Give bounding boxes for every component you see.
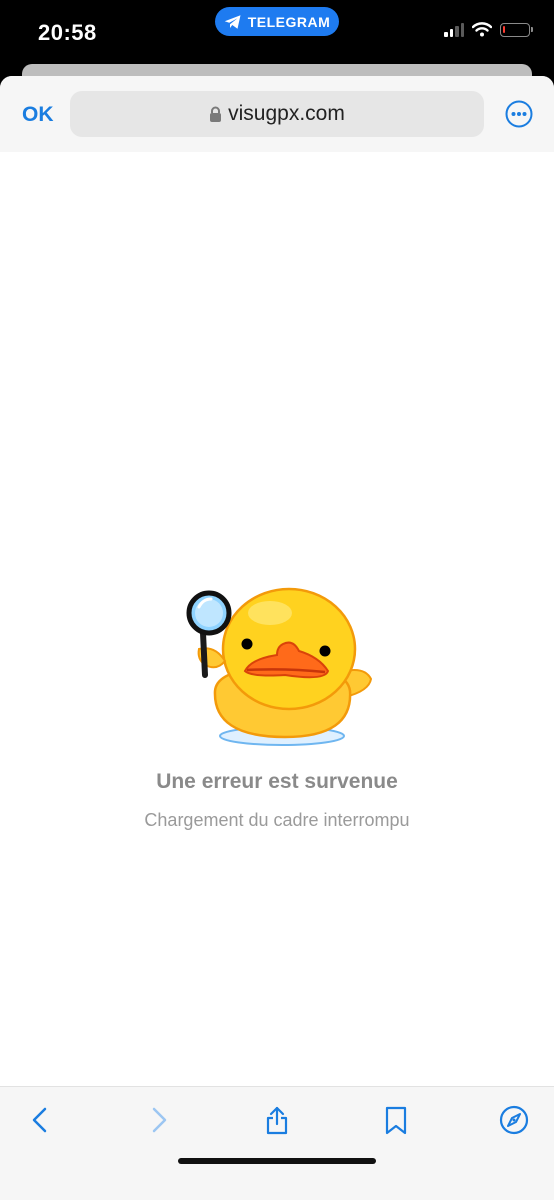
wifi-icon (472, 22, 492, 37)
error-subtitle: Chargement du cadre interrompu (144, 810, 410, 830)
bookmark-icon[interactable] (381, 1105, 411, 1135)
status-icons (444, 22, 533, 37)
url-bar[interactable]: visugpx.com (70, 91, 484, 137)
lock-icon (210, 106, 222, 122)
telegram-icon (224, 14, 241, 29)
pill-label: TELEGRAM (247, 13, 331, 30)
signal-icon (444, 22, 464, 37)
status-bar: 20:58 TELEGRAM (0, 0, 554, 64)
battery-icon (500, 22, 533, 37)
browser-header: OK visugpx.com (0, 76, 554, 153)
bottom-toolbar (0, 1086, 554, 1200)
share-icon[interactable] (262, 1105, 292, 1135)
chevron-right-icon[interactable] (143, 1105, 173, 1135)
error-title: Une erreur est survenue (156, 770, 398, 793)
compass-icon[interactable] (499, 1105, 529, 1135)
home-indicator (178, 1158, 376, 1164)
browser-sheet: OK visugpx.com Une erreur est survenue C… (0, 76, 554, 1200)
chevron-left-icon[interactable] (26, 1105, 56, 1135)
status-time: 20:58 (38, 20, 97, 45)
telegram-pill[interactable]: TELEGRAM (215, 7, 339, 36)
ok-button[interactable]: OK (22, 103, 54, 127)
url-text: visugpx.com (228, 102, 345, 125)
duck-illustration (186, 587, 373, 746)
page-content: Une erreur est survenue Chargement du ca… (0, 152, 554, 1087)
more-icon[interactable] (505, 100, 533, 128)
